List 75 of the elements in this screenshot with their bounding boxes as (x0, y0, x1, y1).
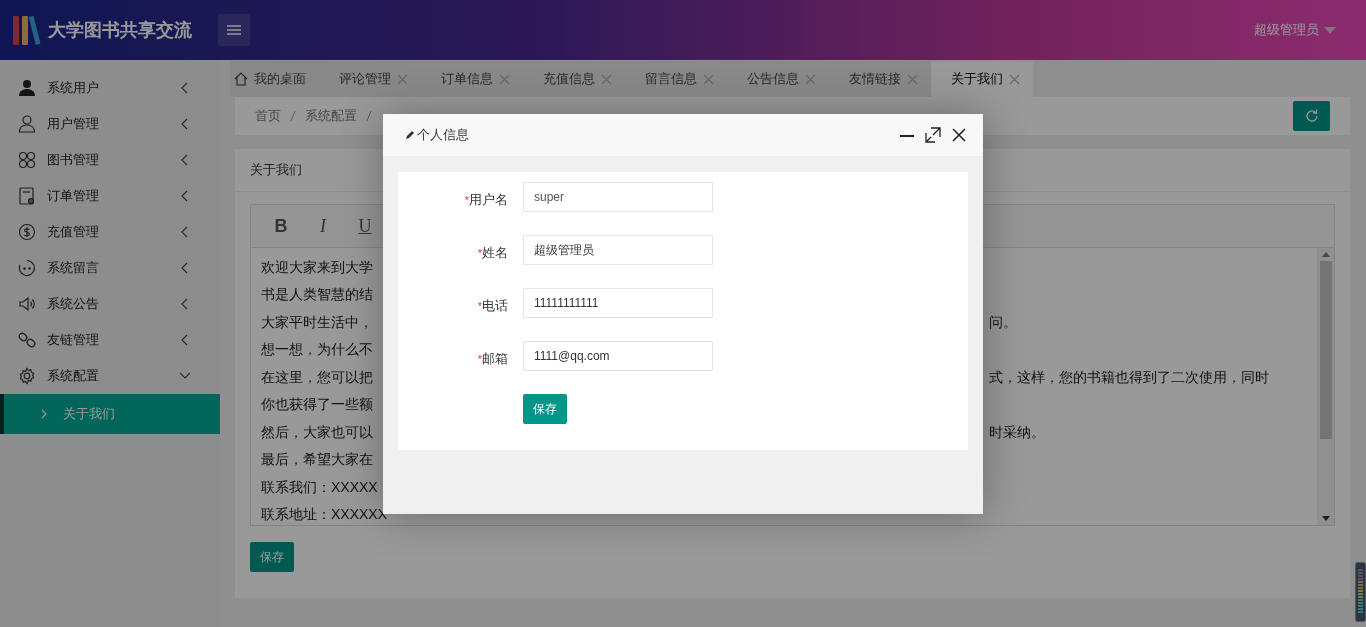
paragraph-text: 欢迎大家来到大学 (261, 258, 373, 277)
refresh-icon (1304, 109, 1319, 123)
paragraph-text: 想一想，为什么不 (261, 341, 373, 360)
caret-icon (1324, 26, 1336, 34)
slash-separator-icon (365, 110, 373, 122)
site-title: 大学图书共享交流 (48, 19, 192, 42)
dollar-icon (18, 223, 36, 241)
scroll-up-icon[interactable] (1321, 252, 1330, 257)
sidebar-item[interactable]: 系统公告 (0, 286, 220, 322)
tab[interactable]: 评论管理 (319, 61, 421, 97)
paragraph-text: 问。 (989, 313, 1017, 332)
speaker-icon (18, 295, 36, 313)
save-button[interactable]: 保存 (523, 394, 567, 424)
home-icon (234, 72, 248, 86)
sidebar-subitem[interactable]: 关于我们 (0, 394, 220, 434)
sidebar-item[interactable]: 图书管理 (0, 142, 220, 178)
paragraph-text: 联系我们：XXXXX (261, 478, 378, 497)
paragraph-text: 然后，大家也可以 (261, 423, 373, 442)
paragraph-text: 大家平时生活中， (261, 313, 373, 332)
underline-button[interactable]: U (349, 214, 381, 238)
person-icon (18, 79, 36, 97)
card-title: 关于我们 (250, 161, 302, 179)
gear-icon (18, 367, 36, 385)
breadcrumb-link[interactable]: 首页 (255, 107, 281, 125)
tab[interactable]: 订单信息 (421, 61, 523, 97)
sidebar-item[interactable]: 系统用户 (0, 70, 220, 106)
field-label: *姓名 (476, 244, 508, 262)
field-label: *用户名 (463, 191, 508, 209)
link-icon (18, 331, 36, 349)
paragraph-text: 在这里，您可以把 (261, 368, 373, 387)
paragraph-text: 最后，希望大家在 (261, 451, 373, 470)
pencil-icon (405, 130, 415, 140)
dialog-title: 个人信息 (417, 126, 469, 144)
bold-button[interactable]: B (265, 214, 297, 238)
sidebar-item[interactable]: 友链管理 (0, 322, 220, 358)
tab[interactable]: 公告信息 (727, 61, 829, 97)
paragraph-text: 书是人类智慧的结 (261, 286, 373, 305)
input-field[interactable]: 超级管理员 (523, 235, 713, 265)
tab[interactable]: 充值信息 (523, 61, 625, 97)
sidebar-item[interactable]: 订单管理 (0, 178, 220, 214)
sidebar-item[interactable]: 系统配置 (0, 358, 220, 394)
maximize-icon[interactable] (925, 127, 941, 143)
field-label: *电话 (476, 297, 508, 315)
scroll-down-icon[interactable] (1321, 516, 1330, 521)
paragraph-text: 你也获得了一些额 (261, 396, 373, 415)
chevron-right-icon (40, 409, 48, 419)
slash-separator-icon (289, 110, 297, 122)
sidebar-item[interactable]: 系统留言 (0, 250, 220, 286)
scrollbar[interactable] (1317, 248, 1334, 525)
document-icon (18, 187, 36, 205)
paragraph-text: 联系地址：XXXXXX (261, 506, 388, 525)
save-button[interactable]: 保存 (250, 542, 294, 572)
face-icon (18, 259, 36, 277)
tab[interactable]: 我的桌面 (230, 61, 319, 97)
sidebar-item[interactable]: 充值管理 (0, 214, 220, 250)
paragraph-text: 式，这样，您的书籍也得到了二次使用，同时 (989, 368, 1269, 387)
sidebar-item[interactable]: 用户管理 (0, 106, 220, 142)
menu-icon (227, 25, 241, 35)
input-field[interactable]: 11111111111 (523, 288, 713, 318)
close-icon[interactable] (951, 127, 967, 143)
tab[interactable]: 关于我们 (931, 61, 1033, 97)
input-field[interactable]: 1111@qq.com (523, 341, 713, 371)
tab[interactable]: 留言信息 (625, 61, 727, 97)
italic-button[interactable]: I (307, 214, 339, 238)
user-outline-icon (18, 115, 36, 133)
field-label: *邮箱 (476, 350, 508, 368)
scrollbar-thumb[interactable] (1319, 261, 1332, 439)
level-meter-icon[interactable] (1355, 562, 1366, 622)
user-menu[interactable]: 超级管理员 (1248, 20, 1342, 40)
refresh-button[interactable] (1293, 101, 1330, 131)
tab[interactable]: 友情链接 (829, 61, 931, 97)
clover-icon (18, 151, 36, 169)
books-logo-icon (12, 13, 42, 47)
paragraph-text: 时采纳。 (989, 423, 1045, 442)
breadcrumb-link[interactable]: 系统配置 (305, 107, 357, 125)
